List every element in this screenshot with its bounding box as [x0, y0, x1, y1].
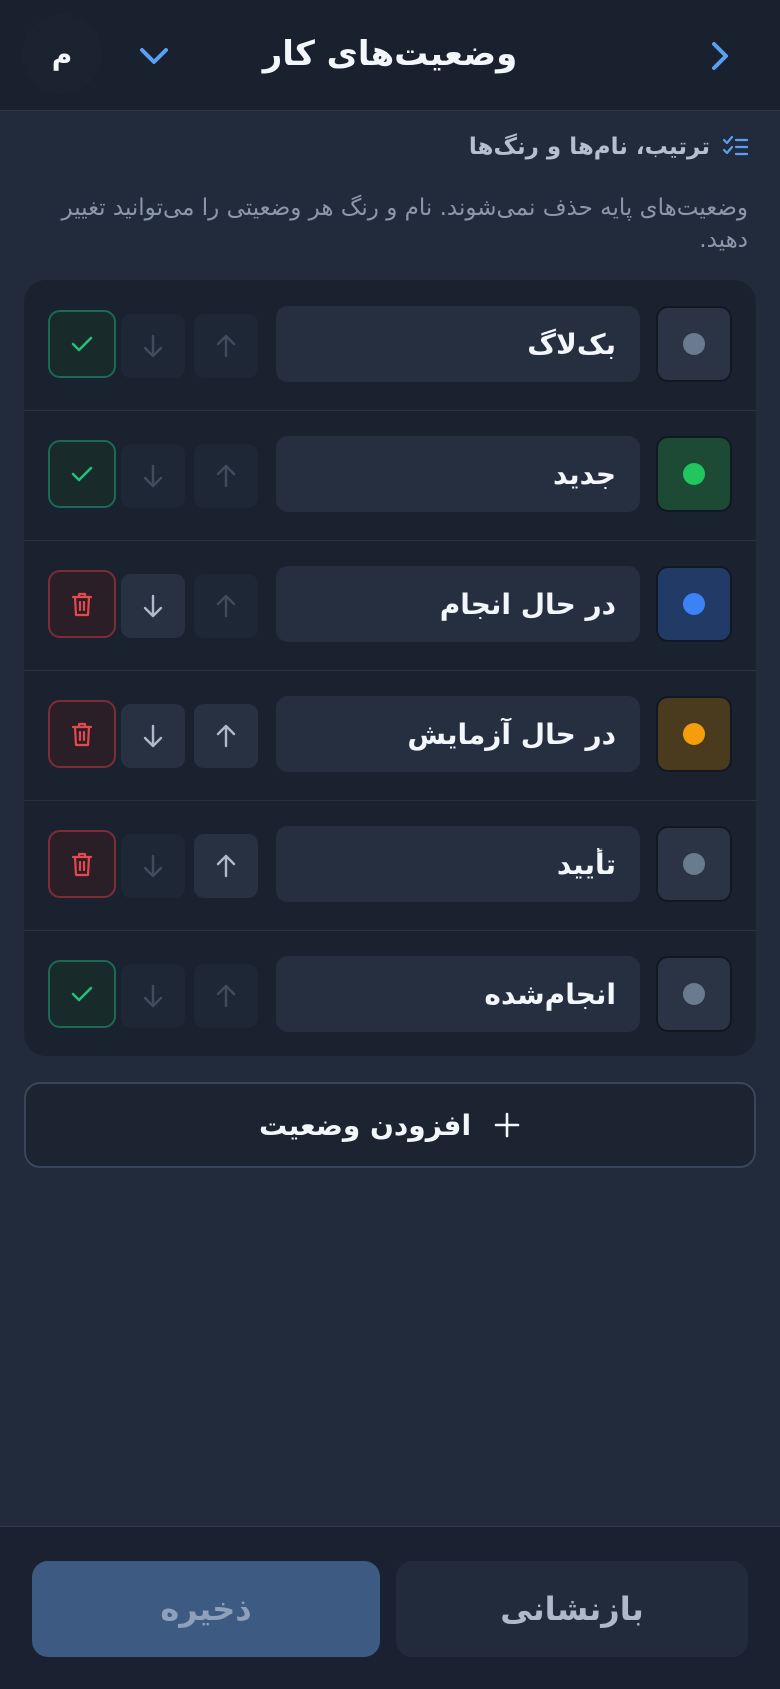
save-button[interactable]: ذخیره: [32, 1561, 380, 1657]
section-description: وضعیت‌های پایه حذف نمی‌شوند. نام و رنگ ه…: [61, 195, 749, 253]
delete-status-button[interactable]: [48, 830, 116, 898]
move-down-button[interactable]: [121, 444, 185, 508]
status-row: [24, 540, 756, 671]
move-down-button[interactable]: [121, 964, 185, 1028]
page-title: وضعیت‌های کار: [262, 34, 518, 74]
list-check-icon: [722, 135, 748, 156]
footer-bar: بازنشانی ذخیره: [0, 1526, 780, 1689]
section-heading: ترتیب، نام‌ها و رنگ‌ها: [469, 134, 748, 160]
status-name-input[interactable]: [276, 566, 640, 642]
arrow-up-icon: [216, 464, 236, 488]
delete-status-button[interactable]: [48, 570, 116, 638]
move-up-button[interactable]: [194, 314, 258, 378]
status-list: [24, 280, 756, 1056]
check-icon: [71, 986, 93, 1002]
color-dot-icon: [683, 983, 705, 1005]
color-dot-icon: [683, 463, 705, 485]
base-status-check-button[interactable]: [48, 440, 116, 508]
arrow-up-icon: [216, 594, 236, 618]
color-swatch-button[interactable]: [656, 436, 732, 512]
color-swatch-button[interactable]: [656, 956, 732, 1032]
status-name-input[interactable]: [276, 956, 640, 1032]
move-up-button[interactable]: [194, 574, 258, 638]
trash-icon: [71, 592, 93, 617]
arrow-down-icon: [143, 464, 163, 488]
color-dot-icon: [683, 593, 705, 615]
color-swatch-button[interactable]: [656, 306, 732, 382]
color-dot-icon: [683, 333, 705, 355]
trash-icon: [71, 722, 93, 747]
status-name-input[interactable]: [276, 436, 640, 512]
add-status-label: افزودن وضعیت: [258, 1108, 472, 1142]
arrow-up-icon: [216, 724, 236, 748]
color-swatch-button[interactable]: [656, 826, 732, 902]
color-dot-icon: [683, 853, 705, 875]
status-row: [24, 410, 756, 541]
move-up-button[interactable]: [194, 834, 258, 898]
status-menu-toggle[interactable]: [134, 38, 174, 74]
plus-icon: [494, 1112, 520, 1138]
color-swatch-button[interactable]: [656, 566, 732, 642]
move-down-button[interactable]: [121, 314, 185, 378]
move-up-button[interactable]: [194, 444, 258, 508]
status-row: [24, 800, 756, 931]
status-row: [24, 280, 756, 411]
chevron-down-icon: [140, 48, 168, 64]
arrow-up-icon: [216, 984, 236, 1008]
delete-status-button[interactable]: [48, 700, 116, 768]
status-row: [24, 930, 756, 1056]
status-name-input[interactable]: [276, 696, 640, 772]
arrow-up-icon: [216, 854, 236, 878]
color-dot-icon: [683, 723, 705, 745]
move-down-button[interactable]: [121, 834, 185, 898]
status-name-input[interactable]: [276, 826, 640, 902]
move-down-button[interactable]: [121, 704, 185, 768]
add-status-button[interactable]: افزودن وضعیت: [24, 1082, 756, 1168]
status-name-input[interactable]: [276, 306, 640, 382]
status-row: [24, 670, 756, 801]
check-icon: [71, 336, 93, 352]
app-header: وضعیت‌های کار م: [0, 0, 780, 111]
arrow-down-icon: [143, 984, 163, 1008]
move-up-button[interactable]: [194, 964, 258, 1028]
color-swatch-button[interactable]: [656, 696, 732, 772]
base-status-check-button[interactable]: [48, 310, 116, 378]
arrow-down-icon: [143, 594, 163, 618]
reset-button[interactable]: بازنشانی: [396, 1561, 748, 1657]
arrow-down-icon: [143, 334, 163, 358]
move-up-button[interactable]: [194, 704, 258, 768]
base-status-check-button[interactable]: [48, 960, 116, 1028]
arrow-up-icon: [216, 334, 236, 358]
section-heading-label: ترتیب، نام‌ها و رنگ‌ها: [468, 134, 710, 160]
move-down-button[interactable]: [121, 574, 185, 638]
arrow-down-icon: [143, 724, 163, 748]
trash-icon: [71, 852, 93, 877]
arrow-down-icon: [143, 854, 163, 878]
check-icon: [71, 466, 93, 482]
user-avatar[interactable]: م: [22, 14, 102, 94]
